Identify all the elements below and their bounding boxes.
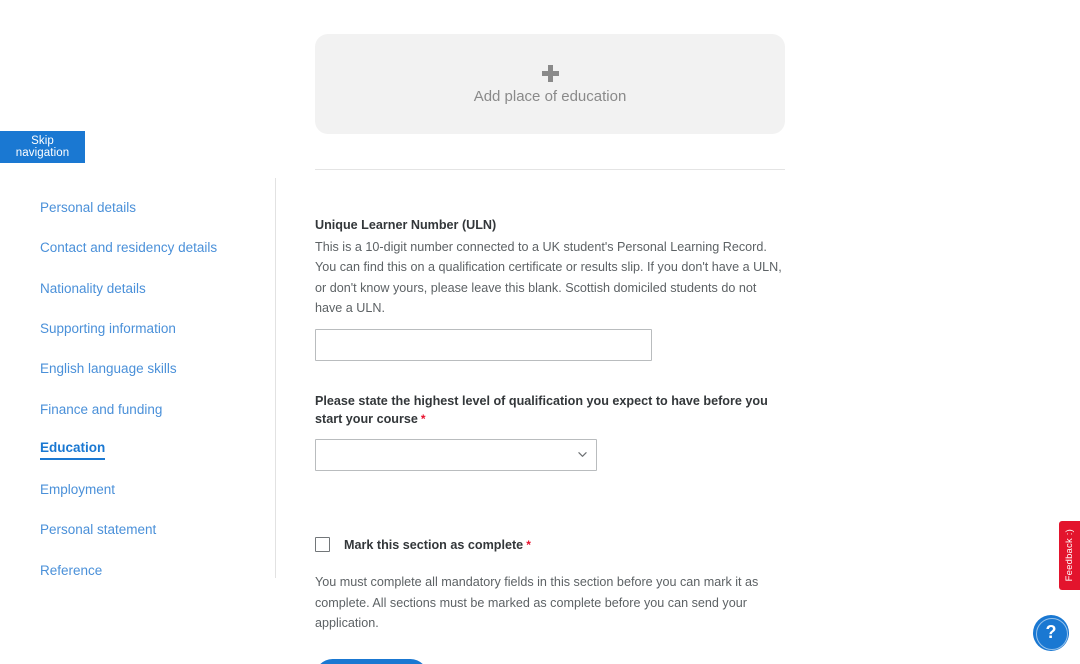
sidebar-link-label[interactable]: Personal details [40, 200, 136, 216]
sidebar-link-label[interactable]: Nationality details [40, 281, 146, 297]
sidebar-item-supporting-information[interactable]: Supporting information [0, 309, 275, 349]
uln-field-block: Unique Learner Number (ULN) This is a 10… [315, 216, 785, 361]
sidebar-item-contact-and-residency-details[interactable]: Contact and residency details [0, 228, 275, 268]
uln-label: Unique Learner Number (ULN) [315, 218, 497, 232]
education-form: Unique Learner Number (ULN) This is a 10… [315, 216, 785, 664]
sidebar-link-label[interactable]: English language skills [40, 361, 177, 377]
uln-help-text: This is a 10-digit number connected to a… [315, 240, 782, 315]
add-place-of-education-button[interactable]: Add place of education [315, 34, 785, 134]
sidebar-item-finance-and-funding[interactable]: Finance and funding [0, 389, 275, 429]
section-divider [315, 169, 785, 170]
feedback-tab-label: Feedback :) [1064, 529, 1075, 582]
question-mark-icon: ? [1045, 622, 1057, 642]
education-section-main: Add place of education Unique Learner Nu… [315, 0, 785, 664]
help-button[interactable]: ? [1033, 615, 1069, 651]
qualification-label: Please state the highest level of qualif… [315, 392, 785, 429]
sidebar-item-english-language-skills[interactable]: English language skills [0, 349, 275, 389]
save-this-section-button[interactable]: Save this section [315, 658, 428, 664]
sidebar-item-employment[interactable]: Employment [0, 470, 275, 510]
sidebar-link-label[interactable]: Contact and residency details [40, 240, 217, 256]
sidebar-link-label[interactable]: Education [40, 440, 106, 461]
feedback-tab[interactable]: Feedback :) [1059, 521, 1080, 590]
section-navigation-sidebar: Personal details Contact and residency d… [0, 178, 276, 578]
required-asterisk: * [420, 412, 426, 427]
application-form-page: Skip navigation Personal details Contact… [0, 0, 1080, 664]
sidebar-item-personal-details[interactable]: Personal details [0, 188, 275, 228]
sidebar-link-label[interactable]: Personal statement [40, 522, 156, 538]
sidebar-item-personal-statement[interactable]: Personal statement [0, 510, 275, 550]
mark-complete-checkbox[interactable] [315, 537, 330, 553]
skip-navigation-button[interactable]: Skip navigation [0, 131, 85, 163]
mark-complete-row: Mark this section as complete * [315, 537, 785, 553]
sidebar-link-label[interactable]: Finance and funding [40, 402, 162, 418]
sidebar-link-label[interactable]: Reference [40, 563, 102, 579]
sidebar-link-label[interactable]: Supporting information [40, 321, 176, 337]
qualification-select-wrap [315, 439, 597, 472]
plus-icon [541, 64, 559, 82]
sidebar-item-education[interactable]: Education [0, 430, 275, 470]
mark-complete-label-text: Mark this section as complete [344, 537, 524, 552]
uln-input[interactable] [315, 328, 652, 361]
add-place-of-education-label: Add place of education [473, 87, 627, 105]
nav-list: Personal details Contact and residency d… [0, 188, 275, 591]
sidebar-item-nationality-details[interactable]: Nationality details [0, 269, 275, 309]
required-asterisk: * [526, 537, 531, 552]
qualification-field-block: Please state the highest level of qualif… [315, 392, 785, 472]
mark-complete-note: You must complete all mandatory fields i… [315, 575, 759, 631]
sidebar-item-reference[interactable]: Reference [0, 551, 275, 591]
mark-complete-label[interactable]: Mark this section as complete * [344, 537, 531, 552]
qualification-select[interactable] [315, 439, 597, 472]
sidebar-link-label[interactable]: Employment [40, 482, 115, 498]
qualification-label-text: Please state the highest level of qualif… [315, 393, 768, 427]
